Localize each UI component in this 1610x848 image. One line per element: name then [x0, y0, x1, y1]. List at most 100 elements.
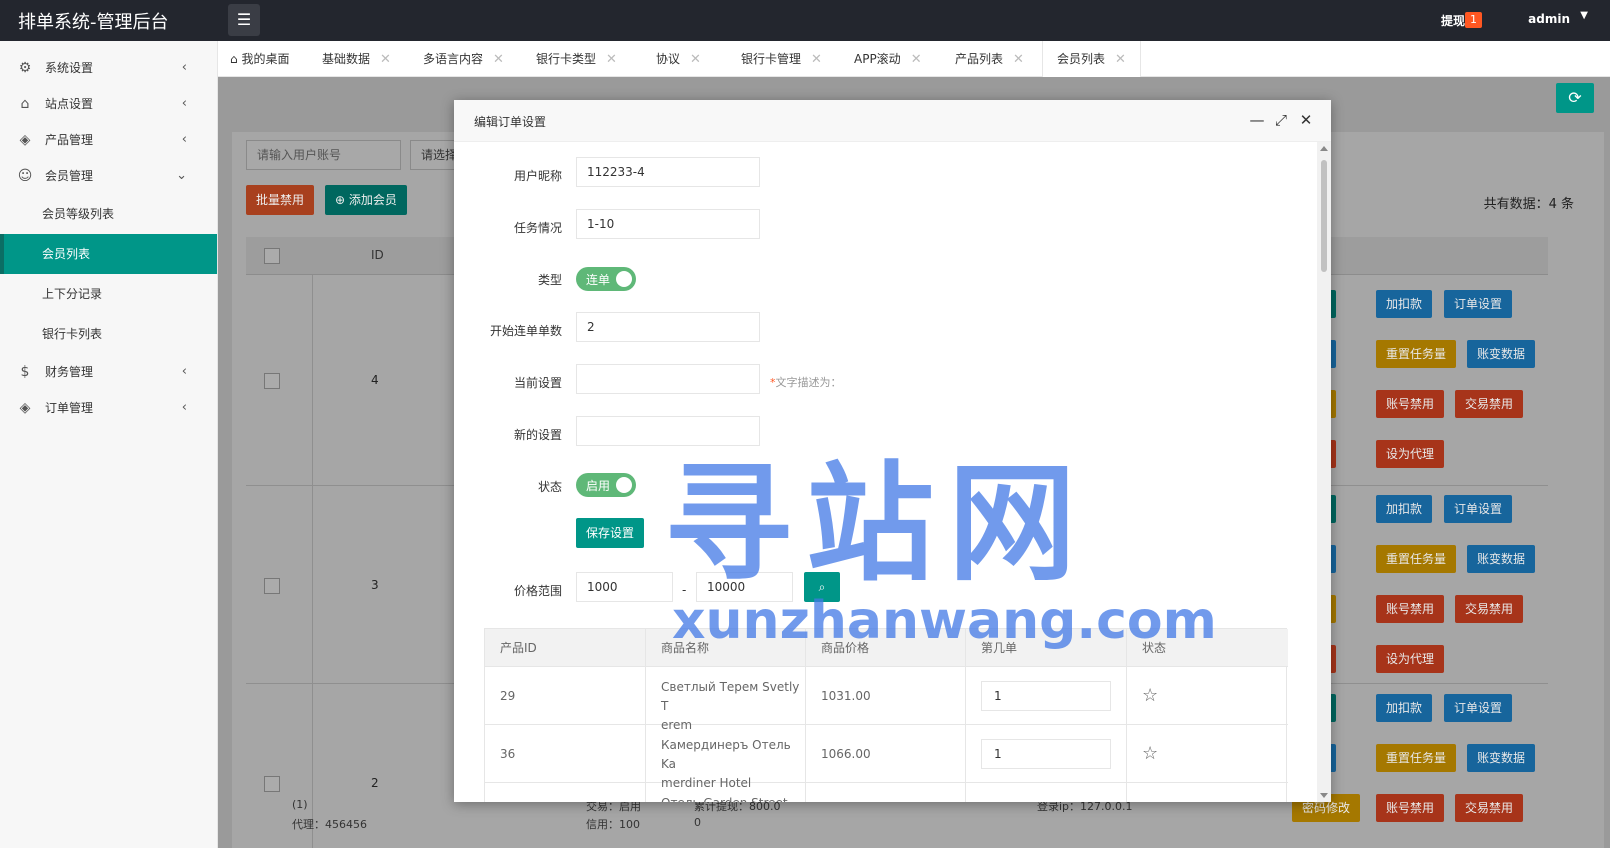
sidebar-item-finance[interactable]: $ 财务管理 ‹ [0, 354, 217, 390]
col-header-status: 状态 [1142, 641, 1167, 655]
order-settings-button[interactable]: 订单设置 [1444, 694, 1513, 722]
adjust-balance-button[interactable]: 加扣款 [1376, 290, 1433, 318]
product-name-line: Светлый Терем Svetly T [661, 680, 800, 713]
ledger-button[interactable]: 账变数据 [1467, 744, 1536, 772]
sidebar-item-site[interactable]: ⌂ 站点设置 ‹ [0, 86, 217, 122]
sidebar-sub-bank-cards[interactable]: 银行卡列表 [0, 314, 217, 354]
setting-hint: *文字描述为： [770, 374, 842, 390]
maximize-icon[interactable]: ⤢ [1272, 111, 1290, 129]
caret-down-icon[interactable]: ▼ [1580, 10, 1588, 21]
close-icon[interactable]: ✕ [690, 52, 701, 67]
task-field[interactable]: 1-10 [576, 209, 760, 239]
current-setting-field[interactable] [576, 364, 760, 394]
reset-tasks-button[interactable]: 重置任务量 [1376, 340, 1457, 368]
tab-product-list[interactable]: 产品列表 ✕ [955, 41, 1024, 77]
tab-app-scroll[interactable]: APP滚动 ✕ [854, 41, 922, 77]
select-all-checkbox[interactable] [264, 248, 280, 264]
reset-tasks-button[interactable]: 重置任务量 [1376, 744, 1457, 772]
save-settings-button[interactable]: 保存设置 [576, 518, 645, 548]
status-toggle[interactable]: 启用 [576, 473, 636, 497]
hamburger-menu-button[interactable]: ☰ [228, 4, 260, 36]
row-detail-text: (1) [292, 798, 308, 811]
col-header-product-id: 产品ID [485, 629, 646, 666]
close-icon[interactable]: ✕ [380, 52, 391, 67]
close-icon[interactable]: ✕ [1297, 111, 1315, 129]
tab-member-list[interactable]: 会员列表 ✕ [1042, 41, 1141, 77]
home-icon: ⌂ [20, 96, 30, 112]
scroll-thumb[interactable] [1321, 160, 1327, 272]
new-setting-field[interactable] [576, 416, 760, 446]
close-icon[interactable]: ✕ [493, 52, 504, 67]
sidebar-sub-member-levels[interactable]: 会员等级列表 [0, 194, 217, 234]
disable-trade-button[interactable]: 交易禁用 [1455, 794, 1524, 822]
cube-icon: ◈ [19, 132, 31, 148]
type-toggle[interactable]: 连单 [576, 267, 636, 291]
close-icon[interactable]: ✕ [911, 52, 922, 67]
tab-desktop[interactable]: ⌂ 我的桌面 [230, 41, 289, 77]
tab-languages[interactable]: 多语言内容 ✕ [423, 41, 504, 77]
row-checkbox[interactable] [264, 578, 280, 594]
sidebar-item-members[interactable]: ☺ 会员管理 ⌄ [0, 158, 217, 194]
set-agent-button[interactable]: 设为代理 [1376, 440, 1445, 468]
adjust-balance-button[interactable]: 加扣款 [1376, 694, 1433, 722]
reset-tasks-button[interactable]: 重置任务量 [1376, 545, 1457, 573]
adjust-balance-button[interactable]: 加扣款 [1376, 495, 1433, 523]
star-icon[interactable]: ☆ [1127, 725, 1288, 782]
price-max-field[interactable]: 10000 [696, 572, 793, 602]
disable-trade-button[interactable]: 交易禁用 [1455, 595, 1524, 623]
start-count-field[interactable]: 2 [576, 312, 760, 342]
gear-icon: ⚙ [18, 60, 32, 76]
user-icon: ☺ [17, 168, 33, 184]
ledger-button[interactable]: 账变数据 [1467, 545, 1536, 573]
row-detail-text: 0 [694, 816, 701, 829]
tab-label: APP滚动 [854, 52, 901, 66]
home-icon: ⌂ [230, 52, 242, 66]
close-icon[interactable]: ✕ [1013, 52, 1024, 67]
scroll-down-icon[interactable] [1320, 793, 1328, 798]
add-member-button[interactable]: ⊕ 添加会员 [325, 185, 407, 215]
disable-account-button[interactable]: 账号禁用 [1376, 595, 1445, 623]
close-icon[interactable]: ✕ [811, 52, 822, 67]
search-user-input[interactable]: 请输入用户账号 [246, 140, 401, 170]
withdraw-link[interactable]: 提现 [1441, 12, 1465, 29]
scroll-up-icon[interactable] [1320, 146, 1328, 151]
col-header-product-name: 商品名称 [646, 629, 806, 666]
tab-bank-card-types[interactable]: 银行卡类型 ✕ [536, 41, 617, 77]
disable-account-button[interactable]: 账号禁用 [1376, 794, 1445, 822]
row-checkbox[interactable] [264, 776, 280, 792]
disable-account-button[interactable]: 账号禁用 [1376, 390, 1445, 418]
price-min-field[interactable]: 1000 [576, 572, 673, 602]
ledger-button[interactable]: 账变数据 [1467, 340, 1536, 368]
tab-bank-card-mgmt[interactable]: 银行卡管理 ✕ [741, 41, 822, 77]
order-index-input[interactable]: 1 [981, 681, 1111, 711]
sidebar-sub-member-list[interactable]: 会员列表 [0, 234, 217, 274]
product-price-cell: 1066.00 [806, 725, 966, 782]
sidebar-item-orders[interactable]: ◈ 订单管理 ‹ [0, 390, 217, 426]
sidebar-item-products[interactable]: ◈ 产品管理 ‹ [0, 122, 217, 158]
batch-disable-button[interactable]: 批量禁用 [246, 185, 315, 215]
sidebar-item-label: 站点设置 [45, 97, 94, 111]
row-id: 2 [371, 776, 379, 790]
nickname-field[interactable]: 112233-4 [576, 157, 760, 187]
close-icon[interactable]: ✕ [606, 52, 617, 67]
search-button[interactable]: ⌕ [804, 572, 840, 602]
order-settings-button[interactable]: 订单设置 [1444, 495, 1513, 523]
user-menu[interactable]: admin [1528, 12, 1570, 26]
tab-basic-data[interactable]: 基础数据 ✕ [322, 41, 391, 77]
sidebar-sub-score-records[interactable]: 上下分记录 [0, 274, 217, 314]
sidebar-item-system[interactable]: ⚙ 系统设置 ‹ [0, 50, 217, 86]
disable-trade-button[interactable]: 交易禁用 [1455, 390, 1524, 418]
product-id-cell: 36 [485, 725, 646, 782]
chevron-left-icon: ‹ [181, 364, 187, 379]
order-index-input[interactable]: 1 [981, 739, 1111, 769]
row-checkbox[interactable] [264, 373, 280, 389]
minimize-icon[interactable]: — [1248, 111, 1266, 129]
star-icon[interactable]: ☆ [1127, 667, 1288, 724]
tab-agreement[interactable]: 协议 ✕ [656, 41, 701, 77]
refresh-button[interactable]: ⟳ [1556, 83, 1594, 113]
dialog-scrollbar[interactable] [1317, 142, 1331, 802]
order-settings-button[interactable]: 订单设置 [1444, 290, 1513, 318]
product-name-cell: Отель Garden Street Ga [646, 783, 806, 802]
set-agent-button[interactable]: 设为代理 [1376, 645, 1445, 673]
close-icon[interactable]: ✕ [1115, 52, 1126, 67]
